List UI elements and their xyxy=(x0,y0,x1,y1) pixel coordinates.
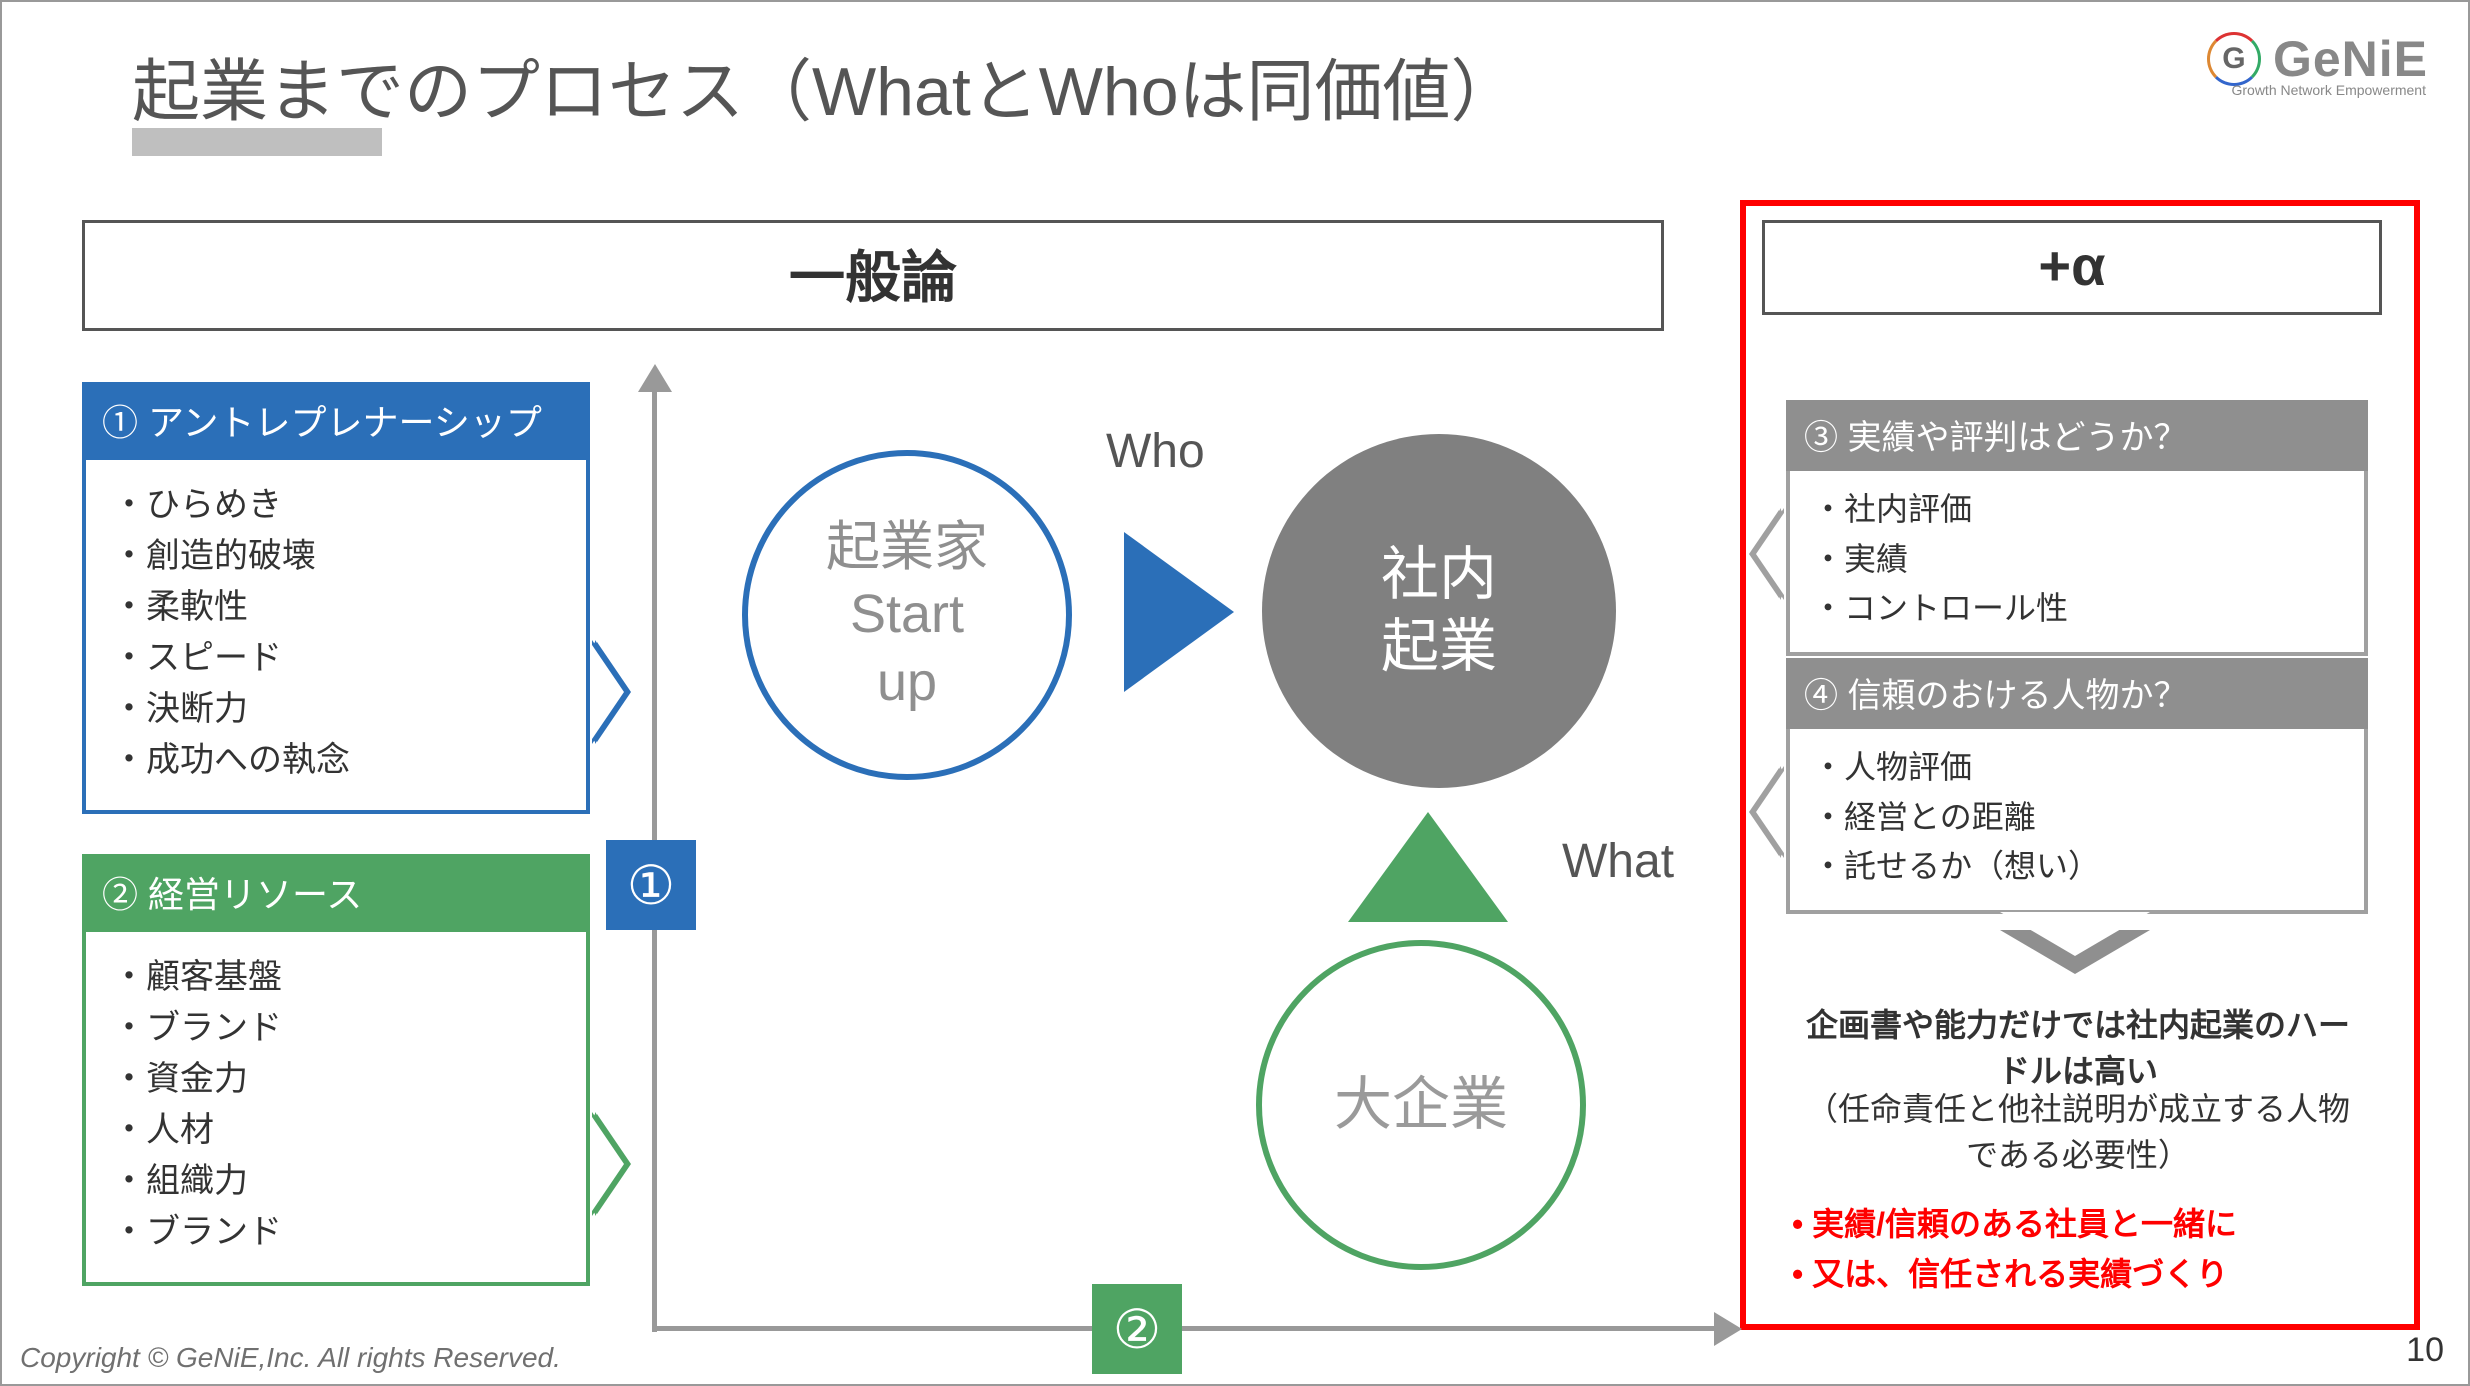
card-head: ③ 実績や評判はどうか？ xyxy=(1786,400,2368,471)
label-who: Who xyxy=(1106,424,1205,479)
list-item: 人材 xyxy=(112,1105,560,1156)
list-item: 経営との距離 xyxy=(1812,793,2342,843)
circle-bigcorp: 大企業 xyxy=(1256,940,1586,1270)
card-body: 社内評価 実績 コントロール性 xyxy=(1786,471,2368,656)
chevron-down-icon xyxy=(2000,930,2150,980)
section-head-alpha: +α xyxy=(1762,220,2382,315)
list-item: 資金力 xyxy=(112,1054,560,1105)
list-item: 託せるか（想い） xyxy=(1812,842,2342,892)
list-item: コントロール性 xyxy=(1812,584,2342,634)
circle-startup: 起業家 Start up xyxy=(742,450,1072,780)
right-text-main: 企画書や能力だけでは社内起業のハードルは高い xyxy=(1792,1002,2364,1095)
circle-label: 社内 起業 xyxy=(1381,539,1497,684)
card-body: ひらめき 創造的破壊 柔軟性 スピード 決断力 成功への執念 xyxy=(82,460,590,814)
card-entrepreneurship: ① アントレプレナーシップ ひらめき 創造的破壊 柔軟性 スピード 決断力 成功… xyxy=(82,382,590,814)
list-item: 決断力 xyxy=(112,684,560,735)
arrow-up-icon xyxy=(638,364,672,392)
chevron-left-icon xyxy=(1756,768,1786,856)
list-item: 創造的破壊 xyxy=(112,531,560,582)
card-track-record: ③ 実績や評判はどうか？ 社内評価 実績 コントロール性 xyxy=(1786,400,2368,656)
slide: 起業までのプロセス（WhatとWhoは同価値） G GeNiE Growth N… xyxy=(0,0,2470,1386)
title-underline xyxy=(132,128,382,156)
logo-text: GeNiE xyxy=(2273,30,2428,88)
axis-badge-one: ① xyxy=(606,840,696,930)
list-item: 顧客基盤 xyxy=(112,952,560,1003)
list-item: 組織力 xyxy=(112,1156,560,1207)
chevron-left-icon xyxy=(1756,510,1786,598)
list-item: 柔軟性 xyxy=(112,582,560,633)
list-item: 実績 xyxy=(1812,535,2342,585)
card-body: 顧客基盤 ブランド 資金力 人材 組織力 ブランド xyxy=(82,932,590,1286)
label-what: What xyxy=(1562,834,1674,889)
logo-subtext: Growth Network Empowerment xyxy=(2231,82,2426,98)
arrow-right-icon xyxy=(1714,1312,1742,1346)
list-item: ブランド xyxy=(112,1003,560,1054)
card-head: ② 経営リソース xyxy=(82,854,590,932)
card-head: ④ 信頼のおける人物か？ xyxy=(1786,658,2368,729)
card-head: ① アントレプレナーシップ xyxy=(82,382,590,460)
list-item: ひらめき xyxy=(112,480,560,531)
circle-label: 大企業 xyxy=(1334,1069,1508,1142)
page-number: 10 xyxy=(2406,1331,2444,1370)
circle-label: 起業家 Start up xyxy=(826,514,988,717)
triangle-right-icon xyxy=(1124,532,1234,692)
list-item: 社内評価 xyxy=(1812,485,2342,535)
section-head-general: 一般論 xyxy=(82,220,1664,331)
list-item: ブランド xyxy=(112,1207,560,1258)
chevron-right-icon xyxy=(590,642,624,742)
page-title: 起業までのプロセス（WhatとWhoは同価値） xyxy=(132,36,1519,135)
chevron-right-icon xyxy=(590,1114,624,1214)
logo-mark-icon: G xyxy=(2207,32,2261,86)
triangle-up-icon xyxy=(1348,812,1508,922)
list-item: 実績/信頼のある社員と一緒に xyxy=(1792,1200,2364,1250)
list-item: 人物評価 xyxy=(1812,743,2342,793)
circle-internal: 社内 起業 xyxy=(1262,434,1616,788)
right-text-sub: （任命責任と他社説明が成立する人物である必要性） xyxy=(1792,1086,2364,1179)
axis-horizontal xyxy=(652,1326,1716,1331)
red-bullet-list: 実績/信頼のある社員と一緒に 又は、信任される実績づくり xyxy=(1792,1200,2364,1299)
list-item: 又は、信任される実績づくり xyxy=(1792,1250,2364,1300)
list-item: スピード xyxy=(112,633,560,684)
card-resources: ② 経営リソース 顧客基盤 ブランド 資金力 人材 組織力 ブランド xyxy=(82,854,590,1286)
axis-badge-two: ② xyxy=(1092,1284,1182,1374)
logo: G GeNiE Growth Network Empowerment xyxy=(2207,30,2428,88)
card-body: 人物評価 経営との距離 託せるか（想い） xyxy=(1786,729,2368,914)
copyright: Copyright © GeNiE,Inc. All rights Reserv… xyxy=(20,1342,561,1374)
list-item: 成功への執念 xyxy=(112,735,560,786)
card-trustworthy: ④ 信頼のおける人物か？ 人物評価 経営との距離 託せるか（想い） xyxy=(1786,658,2368,914)
